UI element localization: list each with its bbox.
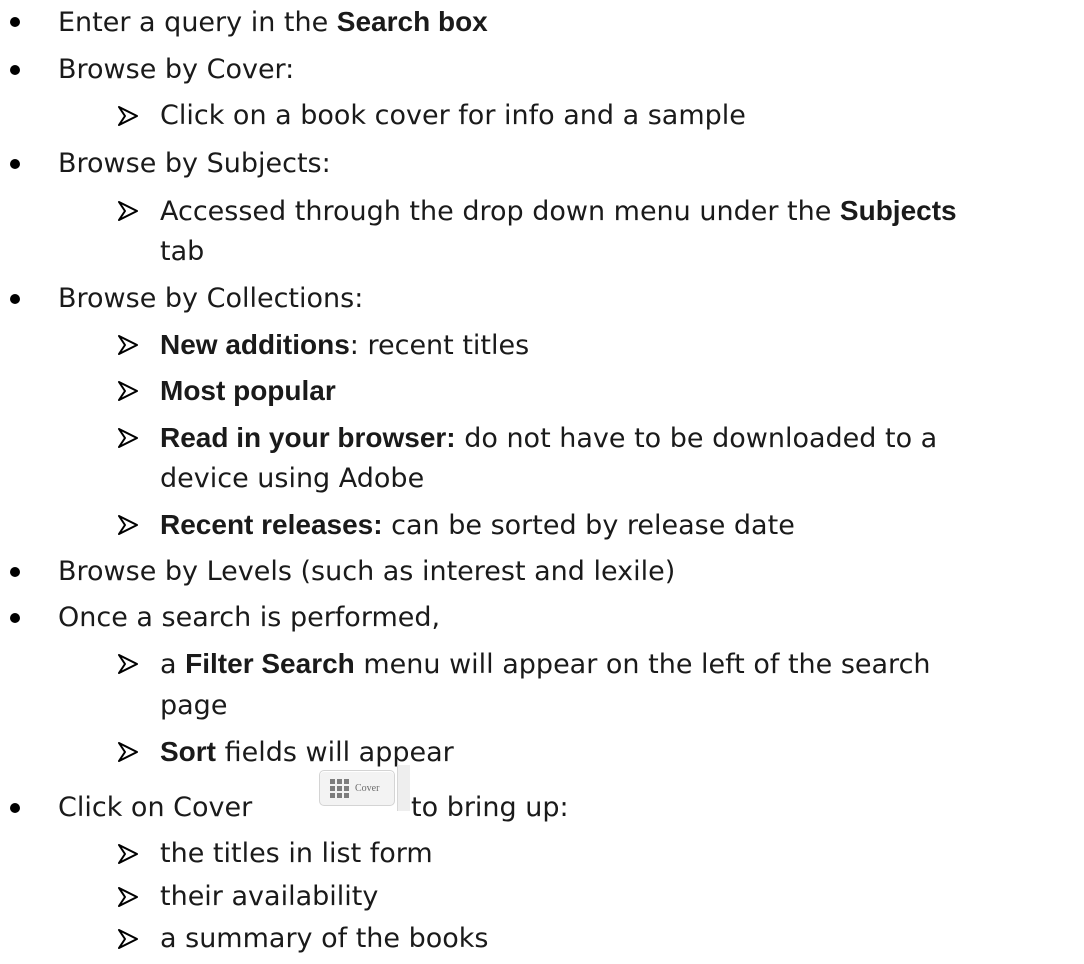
item-text: can be sorted by release date bbox=[382, 510, 795, 541]
item-text: Accessed through the drop down menu unde… bbox=[160, 196, 840, 227]
item-text: Browse by Levels (such as interest and l… bbox=[58, 556, 676, 587]
item-bold-text: New additions bbox=[160, 329, 350, 360]
item-text: Browse by Subjects: bbox=[58, 148, 331, 179]
arrow-bullet-icon bbox=[118, 844, 138, 864]
bullet-icon bbox=[10, 613, 20, 623]
item-continuation-text: tab bbox=[160, 236, 205, 267]
bullet-icon bbox=[10, 803, 20, 813]
arrow-bullet-icon bbox=[118, 106, 138, 126]
grid-icon bbox=[330, 778, 349, 798]
item-text: menu will appear on the left of the sear… bbox=[354, 649, 931, 680]
item-text: Browse by Cover: bbox=[58, 54, 295, 85]
arrow-bullet-icon bbox=[118, 742, 138, 762]
item-text: the titles in list form bbox=[160, 838, 433, 869]
bullet-icon bbox=[10, 567, 20, 577]
item-bold-text: Filter Search bbox=[185, 648, 355, 679]
item-text: fields will appear bbox=[216, 737, 454, 768]
item-text: Click on Cover bbox=[58, 792, 253, 823]
arrow-bullet-icon bbox=[118, 381, 138, 401]
item-text: do not have to be downloaded to a bbox=[455, 423, 938, 454]
item-bold-text: Search box bbox=[336, 6, 488, 37]
item-text: Click on a book cover for info and a sam… bbox=[160, 100, 746, 131]
item-text: their availability bbox=[160, 881, 379, 912]
item-text: Enter a query in the bbox=[58, 7, 337, 38]
cover-button-label: Cover bbox=[355, 782, 380, 794]
arrow-bullet-icon bbox=[118, 929, 138, 949]
item-text: a bbox=[160, 649, 186, 680]
arrow-bullet-icon bbox=[118, 887, 138, 907]
item-continuation-text: device using Adobe bbox=[160, 463, 425, 494]
arrow-bullet-icon bbox=[118, 335, 138, 355]
arrow-bullet-icon bbox=[118, 428, 138, 448]
item-bold-text: Subjects bbox=[839, 195, 957, 226]
arrow-bullet-icon bbox=[118, 654, 138, 674]
bullet-icon bbox=[10, 294, 20, 304]
bullet-icon bbox=[10, 159, 20, 169]
item-bold-text: Recent releases: bbox=[160, 509, 383, 540]
item-continuation-text: page bbox=[160, 690, 228, 721]
item-text: to bring up: bbox=[411, 792, 569, 823]
item-bold-text: Most popular bbox=[160, 375, 336, 406]
item-bold-text: Read in your browser: bbox=[160, 422, 456, 453]
item-text: Browse by Collections: bbox=[58, 283, 364, 314]
arrow-bullet-icon bbox=[118, 201, 138, 221]
bullet-icon bbox=[10, 65, 20, 75]
cover-view-button[interactable]: Cover bbox=[319, 765, 410, 811]
item-text: a summary of the books bbox=[160, 923, 489, 954]
item-text: : recent titles bbox=[349, 330, 530, 361]
bullet-icon bbox=[10, 17, 20, 27]
item-bold-text: Sort bbox=[160, 736, 216, 767]
arrow-bullet-icon bbox=[118, 515, 138, 535]
item-text: Once a search is performed, bbox=[58, 602, 441, 633]
instructions-document: Enter a query in the Search box Browse b… bbox=[0, 0, 1084, 964]
